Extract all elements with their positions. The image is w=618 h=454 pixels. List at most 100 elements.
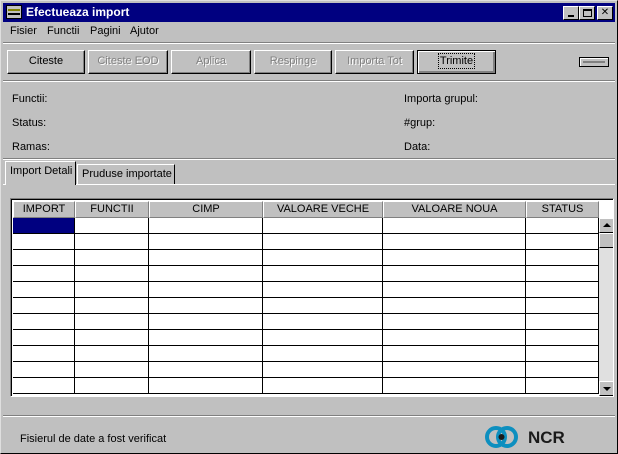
table-cell[interactable] [75, 298, 149, 314]
table-cell[interactable] [526, 218, 599, 234]
table-row[interactable] [13, 234, 599, 250]
table-cell[interactable] [526, 282, 599, 298]
table-row[interactable] [13, 250, 599, 266]
table-cell[interactable] [263, 362, 383, 378]
table-cell[interactable] [526, 362, 599, 378]
table-cell[interactable] [526, 234, 599, 250]
table-cell[interactable] [149, 282, 263, 298]
table-row[interactable] [13, 282, 599, 298]
citeste-button[interactable]: Citeste [7, 50, 85, 74]
minimize-button[interactable] [563, 6, 579, 20]
table-cell[interactable] [263, 250, 383, 266]
aplica-button[interactable]: Aplica [171, 50, 251, 74]
table-row[interactable] [13, 330, 599, 346]
column-header-status[interactable]: STATUS [526, 201, 599, 218]
importa-tot-button[interactable]: Importa Tot [335, 50, 414, 74]
table-cell[interactable] [13, 250, 75, 266]
table-cell[interactable] [383, 234, 526, 250]
table-row[interactable] [13, 218, 599, 234]
table-row[interactable] [13, 362, 599, 378]
keyboard-icon[interactable] [579, 57, 609, 67]
table-cell[interactable] [13, 330, 75, 346]
table-cell[interactable] [149, 362, 263, 378]
table-row[interactable] [13, 378, 599, 394]
table-cell[interactable] [75, 218, 149, 234]
table-row[interactable] [13, 298, 599, 314]
table-cell[interactable] [13, 266, 75, 282]
table-cell[interactable] [13, 234, 75, 250]
table-cell[interactable] [149, 330, 263, 346]
table-cell[interactable] [263, 266, 383, 282]
column-header-valoare-noua[interactable]: VALOARE NOUA [383, 201, 526, 218]
column-header-functii[interactable]: FUNCTII [75, 201, 149, 218]
table-cell[interactable] [13, 362, 75, 378]
table-cell[interactable] [263, 298, 383, 314]
tab-pruduse-importate[interactable]: Pruduse importate [77, 164, 175, 184]
table-cell[interactable] [383, 250, 526, 266]
table-row[interactable] [13, 346, 599, 362]
table-cell[interactable] [526, 250, 599, 266]
table-cell[interactable] [383, 282, 526, 298]
app-icon[interactable] [6, 5, 22, 19]
table-cell[interactable] [383, 266, 526, 282]
respinge-button[interactable]: Respinge [254, 50, 332, 74]
table-cell[interactable] [13, 346, 75, 362]
table-cell[interactable] [263, 314, 383, 330]
table-cell[interactable] [149, 218, 263, 234]
close-button[interactable]: ✕ [597, 6, 613, 20]
menu-pagini[interactable]: Pagini [90, 25, 121, 37]
table-cell[interactable] [263, 282, 383, 298]
menu-functii[interactable]: Functii [47, 25, 79, 37]
table-cell[interactable] [75, 378, 149, 394]
table-cell[interactable] [383, 218, 526, 234]
table-cell[interactable] [75, 250, 149, 266]
scroll-up-button[interactable] [599, 218, 613, 233]
table-cell[interactable] [526, 266, 599, 282]
table-cell[interactable] [13, 378, 75, 394]
table-cell[interactable] [383, 362, 526, 378]
table-cell[interactable] [149, 298, 263, 314]
table-cell[interactable] [75, 362, 149, 378]
scroll-thumb[interactable] [599, 233, 613, 248]
table-cell[interactable] [75, 330, 149, 346]
vertical-scrollbar[interactable] [599, 218, 613, 396]
table-cell[interactable] [263, 330, 383, 346]
table-cell[interactable] [526, 314, 599, 330]
table-cell[interactable] [75, 282, 149, 298]
table-cell[interactable] [75, 346, 149, 362]
table-cell[interactable] [263, 378, 383, 394]
table-cell[interactable] [149, 234, 263, 250]
table-cell[interactable] [75, 314, 149, 330]
table-cell[interactable] [526, 378, 599, 394]
table-cell[interactable] [526, 330, 599, 346]
table-cell[interactable] [149, 250, 263, 266]
table-cell[interactable] [13, 298, 75, 314]
table-cell[interactable] [149, 266, 263, 282]
table-cell[interactable] [526, 298, 599, 314]
menu-ajutor[interactable]: Ajutor [130, 25, 159, 37]
table-row[interactable] [13, 314, 599, 330]
column-header-valoare-veche[interactable]: VALOARE VECHE [263, 201, 383, 218]
scroll-down-button[interactable] [599, 381, 613, 396]
table-cell[interactable] [75, 266, 149, 282]
table-cell[interactable] [13, 282, 75, 298]
table-cell[interactable] [383, 298, 526, 314]
table-cell[interactable] [149, 378, 263, 394]
table-row[interactable] [13, 266, 599, 282]
table-cell[interactable] [526, 346, 599, 362]
table-cell[interactable] [383, 346, 526, 362]
title-bar[interactable]: Efectueaza import ✕ [3, 3, 615, 22]
table-cell[interactable] [75, 234, 149, 250]
maximize-button[interactable] [579, 6, 595, 20]
import-details-grid[interactable]: IMPORT FUNCTII CIMP VALOARE VECHE VALOARE NO… [10, 198, 614, 397]
table-cell[interactable] [263, 346, 383, 362]
table-cell[interactable] [383, 314, 526, 330]
column-header-import[interactable]: IMPORT [13, 201, 75, 218]
table-cell[interactable] [13, 314, 75, 330]
table-cell[interactable] [263, 218, 383, 234]
table-cell[interactable] [149, 346, 263, 362]
tab-import-detali[interactable]: Import Detali [5, 161, 76, 185]
table-cell[interactable] [383, 378, 526, 394]
table-cell[interactable] [13, 218, 75, 234]
table-cell[interactable] [263, 234, 383, 250]
